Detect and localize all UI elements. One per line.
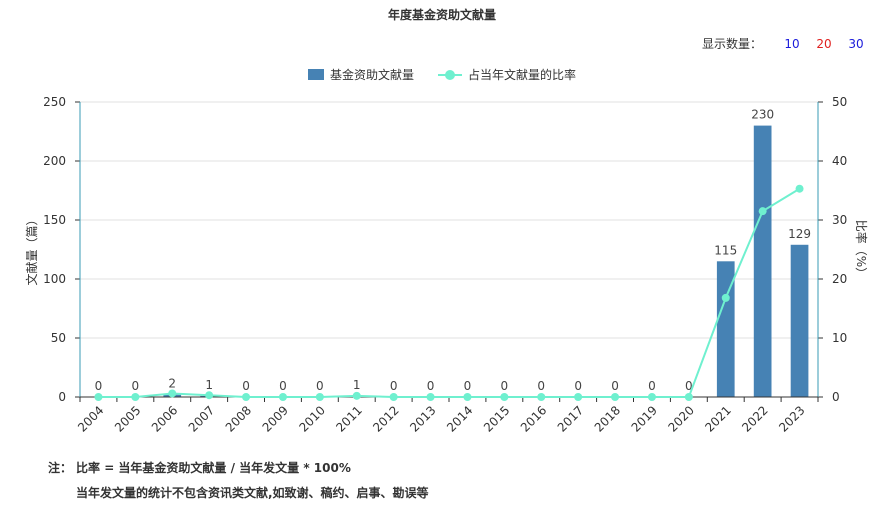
x-tick-label: 2011 bbox=[333, 403, 364, 434]
note-ratio: 注： 比率 = 当年基金资助文献量 / 当年发文量 * 100% bbox=[48, 459, 351, 476]
x-tick-label: 2005 bbox=[112, 403, 143, 434]
ratio-point bbox=[352, 391, 361, 400]
note-prefix: 注： bbox=[48, 461, 73, 475]
bar-data-label: 1 bbox=[205, 378, 213, 392]
bar-data-label: 230 bbox=[751, 108, 774, 122]
bar-data-label: 0 bbox=[279, 379, 287, 393]
bar-data-label: 0 bbox=[464, 379, 472, 393]
bar-data-label: 0 bbox=[648, 379, 656, 393]
y2-tick-label: 0 bbox=[832, 390, 840, 404]
ratio-point bbox=[721, 293, 730, 302]
bar-data-label: 115 bbox=[714, 243, 737, 257]
bar-data-label: 0 bbox=[132, 379, 140, 393]
bar-data-label: 0 bbox=[501, 379, 509, 393]
x-tick-label: 2014 bbox=[444, 403, 475, 434]
ratio-point bbox=[500, 393, 509, 401]
y-axis-title: 文献量（篇） bbox=[24, 213, 39, 285]
x-tick-label: 2010 bbox=[296, 403, 327, 434]
x-tick-label: 2021 bbox=[702, 403, 733, 434]
ratio-point bbox=[426, 393, 435, 401]
x-tick-label: 2018 bbox=[592, 403, 623, 434]
bar-data-label: 0 bbox=[611, 379, 619, 393]
note-exclusion: 当年发文量的统计不包含资讯类文献,如致谢、稿约、启事、勘误等 bbox=[76, 486, 429, 500]
ratio-point bbox=[611, 393, 620, 401]
ratio-point bbox=[389, 393, 398, 401]
x-tick-label: 2012 bbox=[370, 403, 401, 434]
y-tick-label: 100 bbox=[43, 272, 66, 286]
x-tick-label: 2023 bbox=[776, 403, 807, 434]
bar-data-label: 1 bbox=[353, 378, 361, 392]
x-tick-label: 2013 bbox=[407, 403, 438, 434]
y-tick-label: 200 bbox=[43, 154, 66, 168]
x-tick-label: 2015 bbox=[481, 403, 512, 434]
bar bbox=[790, 244, 809, 397]
x-tick-label: 2006 bbox=[149, 403, 180, 434]
ratio-point bbox=[537, 393, 546, 401]
bar bbox=[753, 125, 772, 397]
y2-tick-label: 10 bbox=[832, 331, 847, 345]
bar-data-label: 129 bbox=[788, 227, 811, 241]
x-tick-label: 2004 bbox=[75, 403, 106, 434]
y-tick-label: 50 bbox=[51, 331, 66, 345]
bar-data-label: 0 bbox=[316, 379, 324, 393]
ratio-point bbox=[315, 393, 324, 401]
y2-tick-label: 30 bbox=[832, 213, 847, 227]
ratio-point bbox=[278, 393, 287, 401]
ratio-point bbox=[647, 393, 656, 401]
bar-data-label: 2 bbox=[168, 377, 176, 391]
x-tick-label: 2020 bbox=[665, 403, 696, 434]
x-tick-label: 2008 bbox=[223, 403, 254, 434]
ratio-point bbox=[205, 391, 214, 400]
ratio-point bbox=[94, 393, 103, 401]
y2-tick-label: 40 bbox=[832, 154, 847, 168]
note-line1: 比率 = 当年基金资助文献量 / 当年发文量 * 100% bbox=[76, 461, 351, 475]
ratio-point bbox=[758, 207, 767, 216]
bar-data-label: 0 bbox=[95, 379, 103, 393]
x-tick-label: 2007 bbox=[186, 403, 217, 434]
ratio-point bbox=[168, 389, 177, 398]
x-tick-label: 2009 bbox=[260, 403, 291, 434]
y-tick-label: 150 bbox=[43, 213, 66, 227]
ratio-point bbox=[795, 184, 804, 193]
ratio-point bbox=[463, 393, 472, 401]
bar-data-label: 0 bbox=[390, 379, 398, 393]
ratio-point bbox=[242, 393, 251, 401]
x-tick-label: 2022 bbox=[739, 403, 770, 434]
x-tick-label: 2017 bbox=[555, 403, 586, 434]
bar-data-label: 0 bbox=[242, 379, 250, 393]
bar-data-label: 0 bbox=[427, 379, 435, 393]
y-tick-label: 0 bbox=[58, 390, 66, 404]
bar-data-label: 0 bbox=[537, 379, 545, 393]
y2-axis-title: 比率（%） bbox=[854, 220, 869, 279]
bar-data-label: 0 bbox=[574, 379, 582, 393]
ratio-point bbox=[131, 393, 140, 401]
chart-plot: 05010015020025001020304050文献量（篇） 比率（%）0 0 2… bbox=[24, 95, 869, 435]
ratio-point bbox=[574, 393, 583, 401]
x-tick-label: 2016 bbox=[518, 403, 549, 434]
y2-tick-label: 20 bbox=[832, 272, 847, 286]
y2-tick-label: 50 bbox=[832, 95, 847, 109]
y-tick-label: 250 bbox=[43, 95, 66, 109]
ratio-point bbox=[684, 393, 693, 401]
x-tick-label: 2019 bbox=[629, 403, 660, 434]
